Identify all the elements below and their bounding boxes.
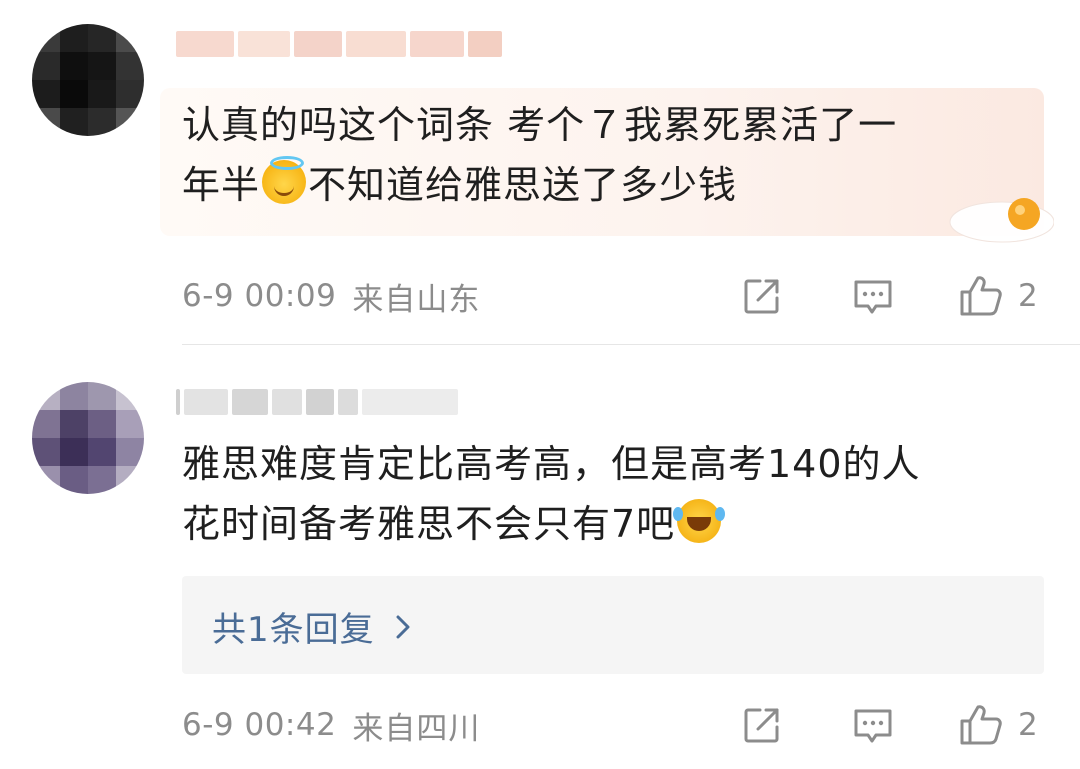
- comment-meta: 6-9 00:09 来自山东: [182, 276, 481, 318]
- comment-timestamp: 6-9 00:09: [182, 278, 337, 314]
- comment-text-line: 年半 不知道给雅思送了多少钱: [182, 155, 1012, 215]
- thumbs-up-icon: [960, 276, 1002, 316]
- share-icon: [744, 708, 779, 743]
- share-button[interactable]: [742, 705, 782, 745]
- comment-item: 认真的吗这个词条 考个７我累死累活了一 年半 不知道给雅思送了多少钱 6-9 00…: [0, 0, 1080, 345]
- comment-meta: 6-9 00:42 来自四川: [182, 705, 481, 747]
- like-button[interactable]: 2: [958, 703, 1038, 747]
- fried-egg-decoration-icon: [949, 198, 1054, 243]
- comment-button[interactable]: [852, 276, 894, 318]
- comment-text-line: 认真的吗这个词条 考个７我累死累活了一: [182, 103, 898, 147]
- smiling-face-with-halo-icon: [262, 156, 307, 204]
- like-button[interactable]: 2: [958, 274, 1038, 318]
- comment-icon: [854, 280, 892, 314]
- comment-text: 雅思难度肯定比高考高，但是高考140的人 花时间备考雅思不会只有7吧: [182, 434, 1012, 554]
- chevron-right-icon: [396, 615, 410, 638]
- comment-text-line: 花时间备考雅思不会只有7吧: [182, 494, 1012, 554]
- username-blurred[interactable]: [176, 386, 458, 418]
- comment-text-segment: 不知道给雅思送了多少钱: [308, 163, 738, 207]
- share-icon: [744, 279, 779, 314]
- comment-text-segment: 花时间备考雅思不会只有7吧: [182, 502, 676, 546]
- avatar[interactable]: [32, 382, 144, 494]
- comment-timestamp: 6-9 00:42: [182, 707, 337, 743]
- like-count: 2: [1018, 707, 1038, 743]
- comment-location: 来自山东: [352, 281, 481, 318]
- avatar[interactable]: [32, 24, 144, 136]
- thumbs-up-icon: [960, 705, 1002, 745]
- share-button[interactable]: [742, 276, 782, 316]
- comment-location: 来自四川: [352, 710, 481, 747]
- username-blurred[interactable]: [176, 28, 502, 60]
- comment-text: 认真的吗这个词条 考个７我累死累活了一 年半 不知道给雅思送了多少钱: [182, 95, 1012, 215]
- comment-text-segment: 年半: [182, 163, 261, 207]
- comment-icon: [854, 709, 892, 743]
- like-count: 2: [1018, 278, 1038, 314]
- view-replies-link[interactable]: 共1条回复: [212, 602, 411, 651]
- comment-item: 雅思难度肯定比高考高，但是高考140的人 花时间备考雅思不会只有7吧 共1条回复…: [0, 345, 1080, 769]
- reply-count-label: 共1条回复: [212, 610, 375, 650]
- comment-text-line: 雅思难度肯定比高考高，但是高考140的人: [182, 442, 921, 486]
- rolling-on-floor-laughing-icon: [673, 499, 722, 543]
- reply-preview-box[interactable]: 共1条回复: [182, 576, 1044, 674]
- comment-button[interactable]: [852, 705, 894, 747]
